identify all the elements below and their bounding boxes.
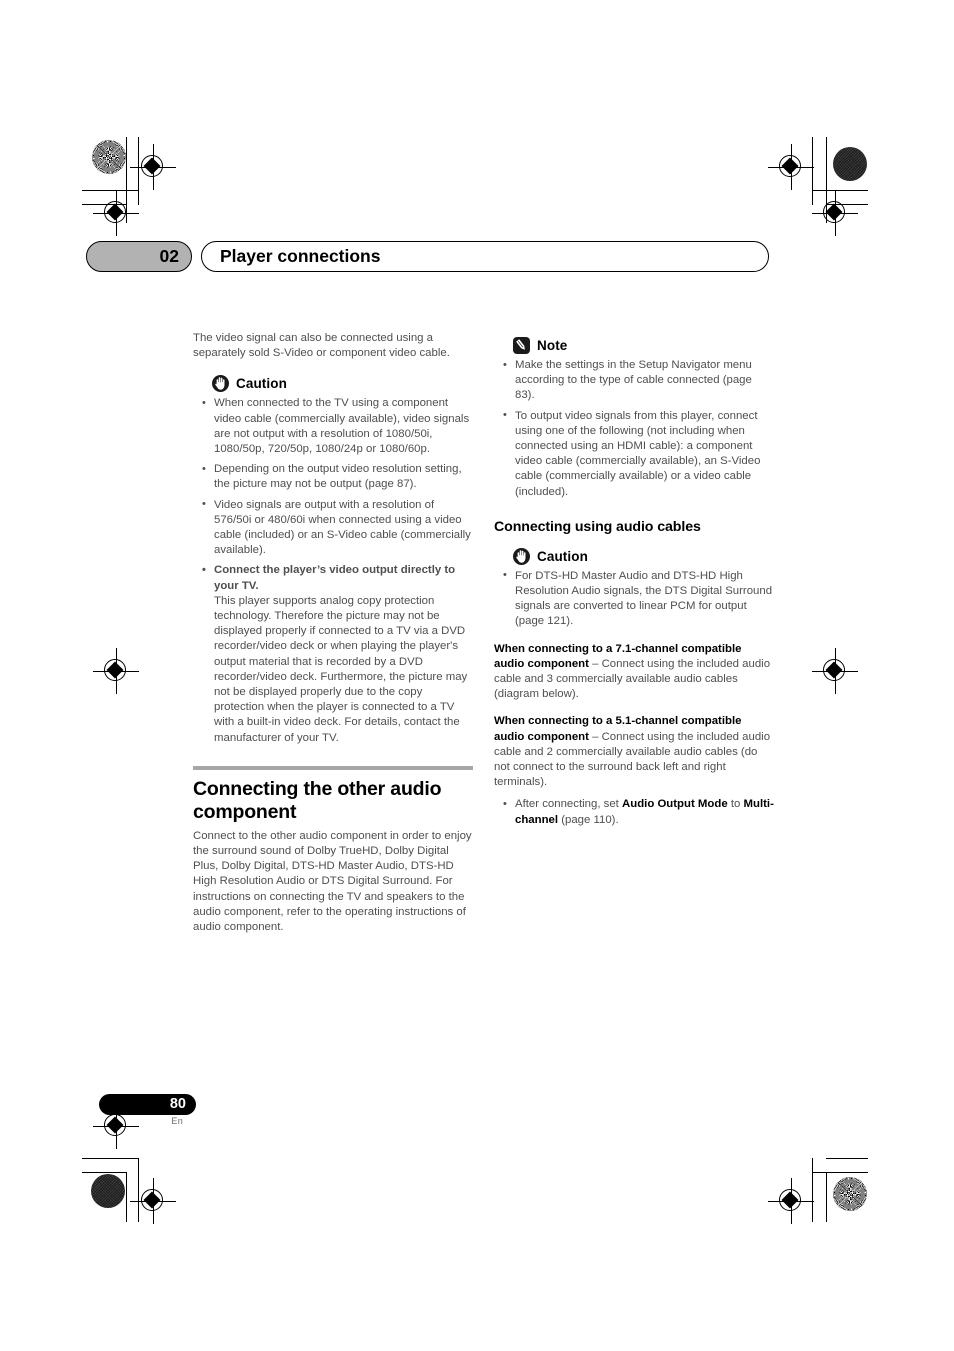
registration-crosshair <box>812 190 858 236</box>
crop-mark-line <box>812 1172 868 1173</box>
caution-bullet-list: For DTS-HD Master Audio and DTS-HD High … <box>494 568 774 630</box>
list-item: When connected to the TV using a compone… <box>193 396 473 457</box>
list-item-body: This player supports analog copy protect… <box>214 594 468 744</box>
section-heading-connecting-other-audio-component: Connecting the other audio component <box>193 777 442 823</box>
page-number-badge: 80 <box>99 1094 196 1115</box>
caution-heading: Caution <box>212 375 473 393</box>
list-item: Depending on the output video resolution… <box>193 462 473 492</box>
list-item-lead: Connect the player’s video output direct… <box>214 564 456 592</box>
caution-hand-icon <box>212 375 229 393</box>
manual-page: 02 Player connections The video signal c… <box>0 0 954 1351</box>
chapter-number-badge: 02 <box>86 241 192 272</box>
note-bullet-list: Make the settings in the Setup Navigator… <box>494 358 774 500</box>
page-title: Player connections <box>201 241 769 272</box>
page-footer: 80 En <box>99 1094 196 1126</box>
registration-crosshair <box>812 648 858 694</box>
crop-mark-line <box>812 1158 813 1222</box>
halftone-circle-bottom-left <box>91 1174 125 1208</box>
crop-mark-line <box>82 1158 139 1159</box>
registration-crosshair <box>768 1178 814 1224</box>
crop-mark-line <box>82 1172 127 1173</box>
crop-mark-line <box>826 1172 827 1222</box>
right-column: Note Make the settings in the Setup Navi… <box>494 337 774 828</box>
caution-hand-icon <box>513 547 530 565</box>
section-body-paragraph: Connect to the other audio component in … <box>193 829 472 934</box>
note-pencil-icon <box>513 337 530 354</box>
bullet-text-mid: to <box>727 798 744 811</box>
caution-heading: Caution <box>513 547 774 565</box>
section-divider <box>193 765 473 770</box>
left-intro-paragraph: The video signal can also be connected u… <box>193 332 450 360</box>
bullet-text-post: (page 110). <box>558 813 619 826</box>
list-item-bold: Connect the player’s video output direct… <box>193 563 473 745</box>
list-item: To output video signals from this player… <box>494 408 774 500</box>
bullet-text-bold-audio-output-mode: Audio Output Mode <box>622 798 728 811</box>
registration-crosshair <box>130 144 176 190</box>
paragraph-7-1-channel: When connecting to a 7.1-channel compati… <box>494 642 774 703</box>
caution-label: Caution <box>537 548 588 564</box>
caution-bullet-list: When connected to the TV using a compone… <box>193 396 473 745</box>
left-column: The video signal can also be connected u… <box>193 331 473 935</box>
page-language-code: En <box>171 1116 183 1126</box>
registration-crosshair <box>93 648 139 694</box>
list-item: Video signals are output with a resoluti… <box>193 497 473 559</box>
crop-mark-line <box>826 1158 868 1159</box>
crop-mark-line <box>126 1172 127 1222</box>
caution-block-right: Caution For DTS-HD Master Audio and DTS-… <box>494 547 774 630</box>
chapter-header: 02 Player connections <box>86 241 769 272</box>
registration-crosshair <box>93 190 139 236</box>
registration-crosshair <box>130 1178 176 1224</box>
note-label: Note <box>537 337 568 353</box>
caution-block-left: Caution When connected to the TV using a… <box>193 375 473 745</box>
registration-crosshair <box>768 144 814 190</box>
halftone-circle-top-right <box>833 147 867 181</box>
halftone-circle-bottom-right <box>833 1177 867 1211</box>
final-bullet-list: After connecting, set Audio Output Mode … <box>494 797 774 827</box>
list-item: After connecting, set Audio Output Mode … <box>494 797 774 827</box>
caution-label: Caution <box>236 376 287 392</box>
note-heading: Note <box>513 337 774 354</box>
note-block: Note Make the settings in the Setup Navi… <box>494 337 774 500</box>
list-item: For DTS-HD Master Audio and DTS-HD High … <box>494 568 774 630</box>
bullet-text-pre: After connecting, set <box>515 798 623 811</box>
halftone-circle-top-left <box>92 140 126 174</box>
paragraph-5-1-channel: When connecting to a 5.1-channel compati… <box>494 714 774 790</box>
list-item: Make the settings in the Setup Navigator… <box>494 358 774 404</box>
subsection-heading-connecting-using-audio-cables: Connecting using audio cables <box>494 518 701 535</box>
